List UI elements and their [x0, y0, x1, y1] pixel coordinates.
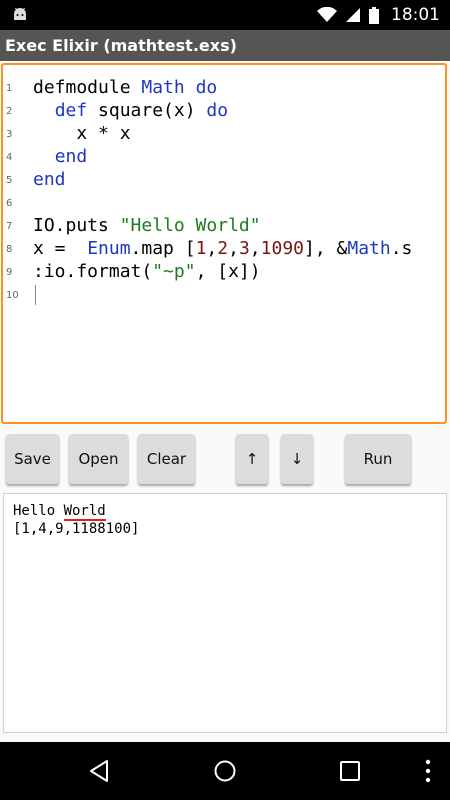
text-cursor: [35, 285, 36, 305]
line-number: 4: [6, 152, 13, 163]
home-icon[interactable]: [213, 759, 237, 783]
open-button[interactable]: Open: [69, 434, 128, 484]
android-icon: [14, 7, 26, 20]
wifi-icon: [317, 7, 337, 22]
code-line: 7 IO.puts "Hello World": [3, 214, 445, 237]
clear-button[interactable]: Clear: [138, 434, 195, 484]
run-button[interactable]: Run: [345, 434, 411, 484]
app-title-bar: Exec Elixir (mathtest.exs): [0, 30, 450, 61]
code-line: 2 def square(x) do: [3, 99, 445, 122]
code-line: 6: [3, 191, 445, 214]
back-icon[interactable]: [88, 759, 110, 783]
code-text: def square(x) do: [54, 100, 229, 121]
code-line: 5 end: [3, 168, 445, 191]
code-text: :io.format("~p", [x]): [33, 261, 261, 282]
code-text: IO.puts "Hello World": [33, 215, 261, 236]
code-line: 4 end: [3, 145, 445, 168]
code-text: x = Enum.map [1,2,3,1090], &Math.s: [33, 238, 413, 259]
save-button[interactable]: Save: [6, 434, 59, 484]
output-line: [1,4,9,1188100]: [13, 521, 140, 537]
misspelled-word: World: [63, 503, 106, 521]
code-line: 8 x = Enum.map [1,2,3,1090], &Math.s: [3, 237, 445, 260]
move-up-button[interactable]: ↑: [236, 434, 268, 484]
move-down-button[interactable]: ↓: [281, 434, 313, 484]
line-number: 3: [6, 129, 13, 140]
recents-icon[interactable]: [339, 760, 361, 782]
clock: 18:01: [391, 5, 440, 25]
line-number: 6: [6, 198, 13, 209]
code-line: 9 :io.format("~p", [x]): [3, 260, 445, 283]
code-text: x * x: [33, 123, 131, 144]
app-title: Exec Elixir (mathtest.exs): [5, 36, 237, 55]
overflow-menu-icon[interactable]: [424, 759, 432, 783]
line-number: 2: [6, 106, 13, 117]
line-number: 7: [6, 221, 13, 232]
navigation-bar: [0, 742, 450, 800]
code-text: defmodule Math do: [33, 77, 218, 98]
output-console[interactable]: Hello World [1,4,9,1188100]: [3, 493, 447, 733]
battery-icon: [369, 6, 379, 24]
output-line: Hello World: [13, 503, 106, 521]
code-line: 1 defmodule Math do: [3, 76, 445, 99]
line-number: 9: [6, 267, 13, 278]
code-line: 10: [3, 283, 445, 306]
line-number: 1: [6, 83, 13, 94]
code-line: 3 x * x: [3, 122, 445, 145]
line-number: 8: [6, 244, 13, 255]
code-text: end: [33, 169, 66, 190]
signal-icon: [346, 8, 360, 22]
code-text: end: [54, 146, 88, 167]
status-bar: 18:01: [0, 0, 450, 30]
line-number: 10: [6, 290, 19, 301]
line-number: 5: [6, 175, 13, 186]
code-editor[interactable]: 1 defmodule Math do 2 def square(x) do 3…: [1, 63, 447, 424]
